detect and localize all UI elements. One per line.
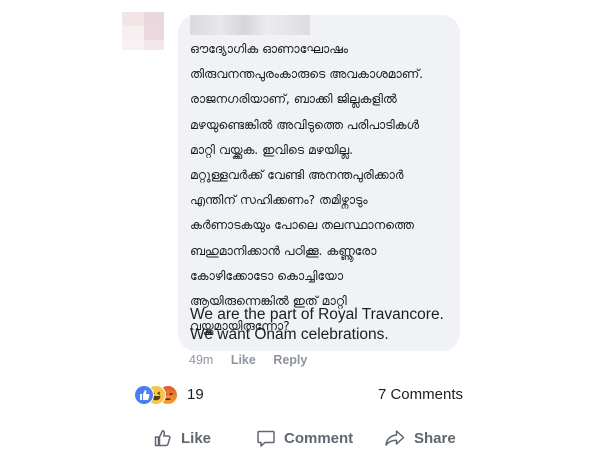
comment-reply-link[interactable]: Reply <box>273 353 307 367</box>
comment-line: തിരുവനന്തപുരംകാരുടെ അവകാശമാണ്. <box>190 66 424 82</box>
comment-line: മാറ്റി വയ്ക്കുക. ഇവിടെ മഴയില്ല. <box>190 141 354 157</box>
comment-line: മഴയുണ്ടെങ്കിൽ അവിടുത്തെ പരിപാടികൾ <box>190 116 419 132</box>
comment-icon <box>257 430 275 447</box>
comment-line: കോഴിക്കോടോ കൊച്ചിയോ <box>190 267 343 283</box>
comment-timestamp[interactable]: 49m <box>189 353 213 367</box>
comment-line: ഔദ്യോഗിക ഓണാഘോഷം <box>190 41 348 56</box>
like-button[interactable]: Like <box>153 426 211 450</box>
comment-text-english: We are the part of Royal Travancore. We … <box>190 305 458 345</box>
comment-line: ബഹുമാനിക്കാൻ പഠിക്കൂ. കണ്ണൂരോ <box>190 242 377 258</box>
reaction-count: 19 <box>187 386 204 403</box>
comment-button[interactable]: Comment <box>256 426 353 450</box>
comment-text-malayalam: ഔദ്യോഗിക ഓണാഘോഷം തിരുവനന്തപുരംകാരുടെ അവക… <box>190 36 458 338</box>
author-name-blurred[interactable] <box>190 15 310 35</box>
comment-line: കർണാടകയും പോലെ തലസ്ഥാനത്തെ <box>190 217 414 233</box>
share-label: Share <box>414 429 456 447</box>
comment-line: എന്തിന് സഹിക്കണം? തമിഴ്നാടും <box>190 192 368 208</box>
comment-line: We are the part of Royal Travancore. <box>190 306 444 323</box>
comment-like-link[interactable]: Like <box>231 353 256 367</box>
thumbs-up-icon <box>154 429 171 447</box>
share-arrow-icon <box>385 430 405 446</box>
comment-line: മറ്റുള്ളവർക്ക് വേണ്ടി അനന്തപുരിക്കാർ <box>190 167 404 183</box>
comment-meta: 49m Like Reply <box>189 353 321 367</box>
comment-line: We want Onam celebrations. <box>190 326 389 343</box>
post-action-bar: Like Comment Share <box>0 426 600 450</box>
comment-label: Comment <box>284 429 354 447</box>
like-label: Like <box>181 429 212 447</box>
like-icon <box>134 385 154 405</box>
comments-count-link[interactable]: 7 Comments <box>378 386 463 403</box>
share-button[interactable]: Share <box>384 426 456 450</box>
comment-line: രാജനഗരിയാണ്, ബാക്കി ജില്ലകളിൽ <box>190 91 397 107</box>
